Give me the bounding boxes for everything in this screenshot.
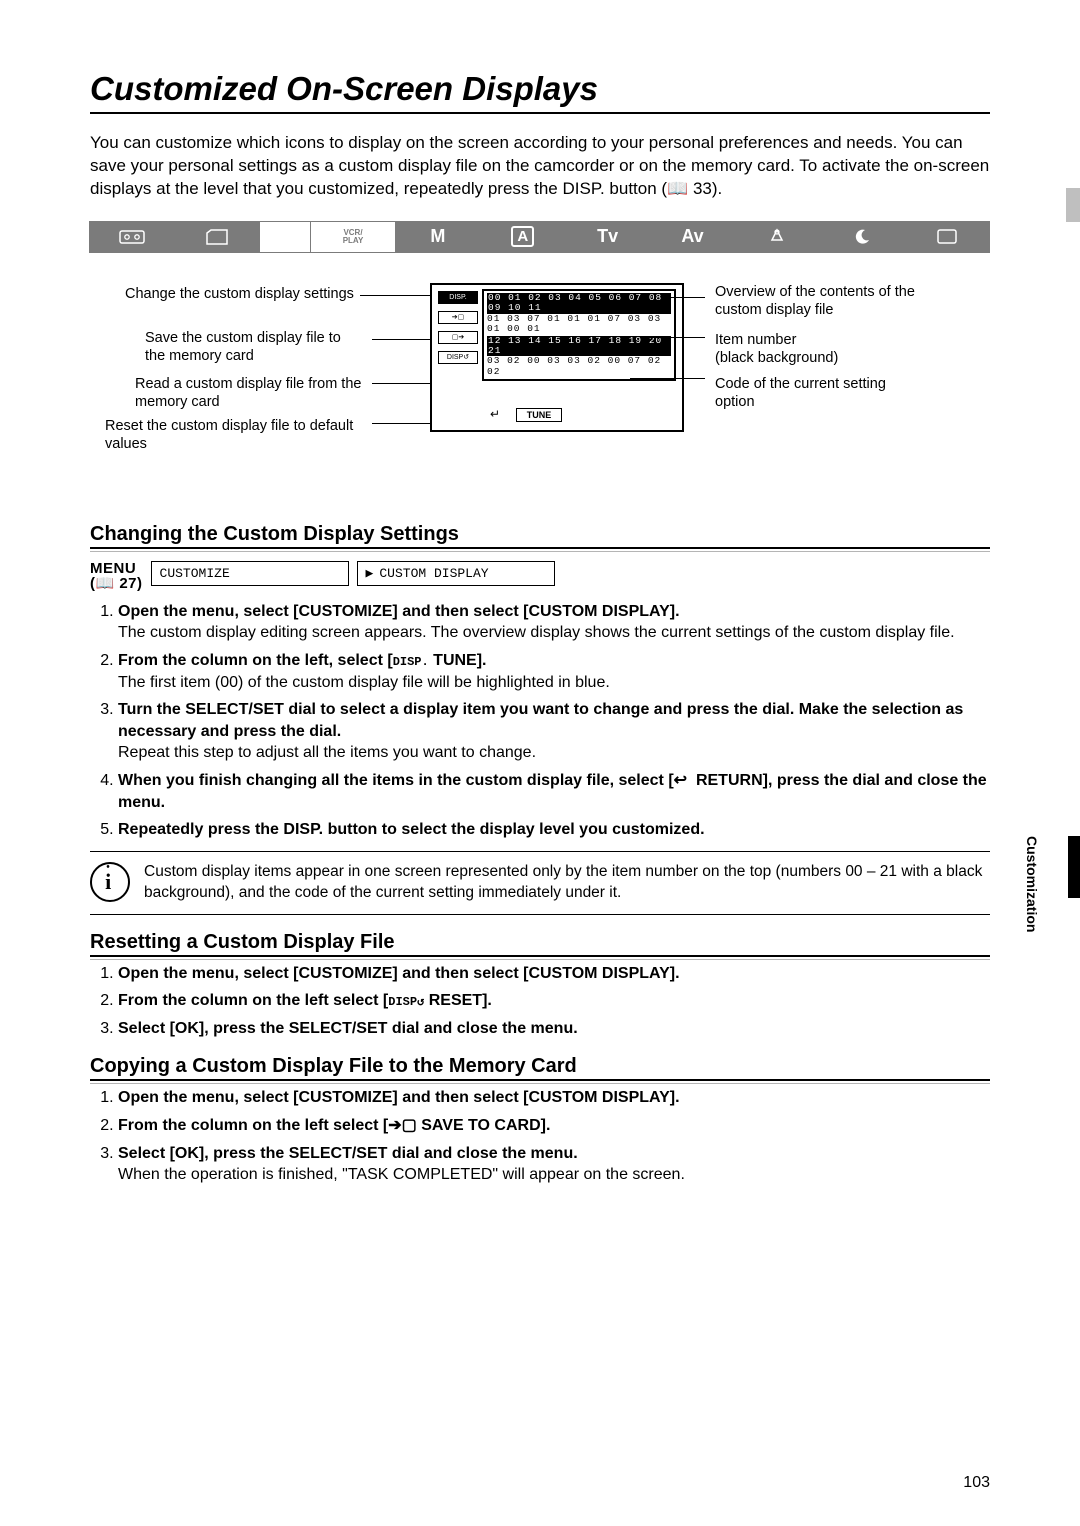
- screen-mock: DISP. ➔▢ ▢➔ DISP↺ 00 01 02 03 04 05 06 0…: [430, 283, 684, 432]
- heading-reset: Resetting a Custom Display File: [90, 931, 990, 957]
- side-section-label: Customization: [1024, 836, 1040, 932]
- steps-copy: Open the menu, select [CUSTOMIZE] and th…: [90, 1087, 990, 1185]
- info-icon: i•: [90, 862, 130, 902]
- disp-tune-icon: DISP.: [393, 655, 429, 669]
- screen-icon-reset: DISP↺: [438, 351, 478, 364]
- mode-spotlight-icon: [734, 221, 820, 253]
- manual-page: Customized On-Screen Displays You can cu…: [0, 0, 1080, 1526]
- screen-left-column: DISP. ➔▢ ▢➔ DISP↺: [438, 291, 478, 364]
- callout-item-number: Item number (black background): [715, 331, 925, 367]
- step: Turn the SELECT/SET dial to select a dis…: [118, 699, 990, 764]
- heading-changing: Changing the Custom Display Settings: [90, 523, 990, 549]
- mode-easy-icon: [904, 221, 990, 253]
- steps-changing: Open the menu, select [CUSTOMIZE] and th…: [90, 601, 990, 841]
- screen-tune-button: TUNE: [516, 408, 562, 422]
- mode-spacer: [259, 221, 311, 253]
- step: From the column on the left select [DISP…: [118, 990, 990, 1012]
- return-icon: ↩: [674, 772, 687, 789]
- mode-vcr-play: VCR/ PLAY: [310, 221, 396, 253]
- page-number: 103: [963, 1474, 990, 1492]
- step: From the column on the left select [➔▢ S…: [118, 1115, 990, 1137]
- screen-icon-read: ▢➔: [438, 331, 478, 344]
- info-text: Custom display items appear in one scree…: [144, 862, 990, 904]
- grid-row-items-2: 12 13 14 15 16 17 18 19 20 21: [487, 336, 671, 357]
- screen-icon-disp-tune: DISP.: [438, 291, 478, 304]
- page-title: Customized On-Screen Displays: [90, 70, 990, 108]
- heading-copy: Copying a Custom Display File to the Mem…: [90, 1055, 990, 1081]
- callout-read-file: Read a custom display file from the memo…: [135, 375, 365, 411]
- mode-tv: Tv: [565, 221, 651, 253]
- callout-change-settings: Change the custom display settings: [125, 285, 355, 303]
- submenu-arrow-icon: ▶: [366, 566, 374, 581]
- save-to-card-icon: ➔▢: [388, 1117, 417, 1134]
- step: Open the menu, select [CUSTOMIZE] and th…: [118, 601, 990, 644]
- step: When you finish changing all the items i…: [118, 770, 990, 813]
- intro-paragraph: You can customize which icons to display…: [90, 132, 990, 201]
- leader-line: [630, 378, 705, 379]
- menu-path: MENU (📖 27) CUSTOMIZE ▶ CUSTOM DISPLAY: [90, 561, 990, 591]
- mode-av: Av: [650, 221, 736, 253]
- menu-box-customize: CUSTOMIZE: [151, 561, 349, 586]
- menu-label: MENU (📖 27): [90, 561, 143, 591]
- step: Open the menu, select [CUSTOMIZE] and th…: [118, 963, 990, 985]
- screen-data-grid: 00 01 02 03 04 05 06 07 08 09 10 11 01 0…: [482, 289, 676, 382]
- overview-diagram: Change the custom display settings Save …: [90, 283, 990, 483]
- grid-row-codes-1: 01 03 07 01 01 01 07 03 03 01 00 01: [487, 314, 671, 335]
- return-icon: ↵: [490, 407, 500, 421]
- mode-tape-icon: [89, 221, 175, 253]
- screen-icon-save: ➔▢: [438, 311, 478, 324]
- mode-a: A: [480, 221, 566, 253]
- callout-overview: Overview of the contents of the custom d…: [715, 283, 925, 319]
- menu-box-custom-display: ▶ CUSTOM DISPLAY: [357, 561, 555, 586]
- leader-line: [372, 339, 435, 340]
- step: Repeatedly press the DISP. button to sel…: [118, 819, 990, 841]
- callout-code: Code of the current setting option: [715, 375, 925, 411]
- leader-line: [360, 295, 436, 296]
- grid-row-items-1: 00 01 02 03 04 05 06 07 08 09 10 11: [487, 293, 671, 314]
- callout-save-file: Save the custom display file to the memo…: [145, 329, 365, 365]
- mode-night-icon: [819, 221, 905, 253]
- mode-card-icon: [174, 221, 260, 253]
- disp-reset-icon: DISP↺: [388, 995, 424, 1009]
- thumb-tab: [1066, 188, 1080, 222]
- side-thumb-tab: [1068, 836, 1080, 898]
- steps-reset: Open the menu, select [CUSTOMIZE] and th…: [90, 963, 990, 1040]
- step: Select [OK], press the SELECT/SET dial a…: [118, 1143, 990, 1186]
- mode-bar: VCR/ PLAY M A Tv Av: [90, 221, 990, 253]
- leader-line: [665, 297, 705, 298]
- title-rule: [90, 112, 990, 114]
- leader-line: [372, 383, 430, 384]
- step: From the column on the left, select [DIS…: [118, 650, 990, 693]
- callout-reset-file: Reset the custom display file to default…: [105, 417, 365, 453]
- grid-row-codes-2: 03 02 00 03 03 02 00 07 02 02: [487, 356, 671, 377]
- info-note: i• Custom display items appear in one sc…: [90, 851, 990, 915]
- mode-m: M: [395, 221, 481, 253]
- leader-line: [647, 337, 705, 338]
- step: Select [OK], press the SELECT/SET dial a…: [118, 1018, 990, 1040]
- step: Open the menu, select [CUSTOMIZE] and th…: [118, 1087, 990, 1109]
